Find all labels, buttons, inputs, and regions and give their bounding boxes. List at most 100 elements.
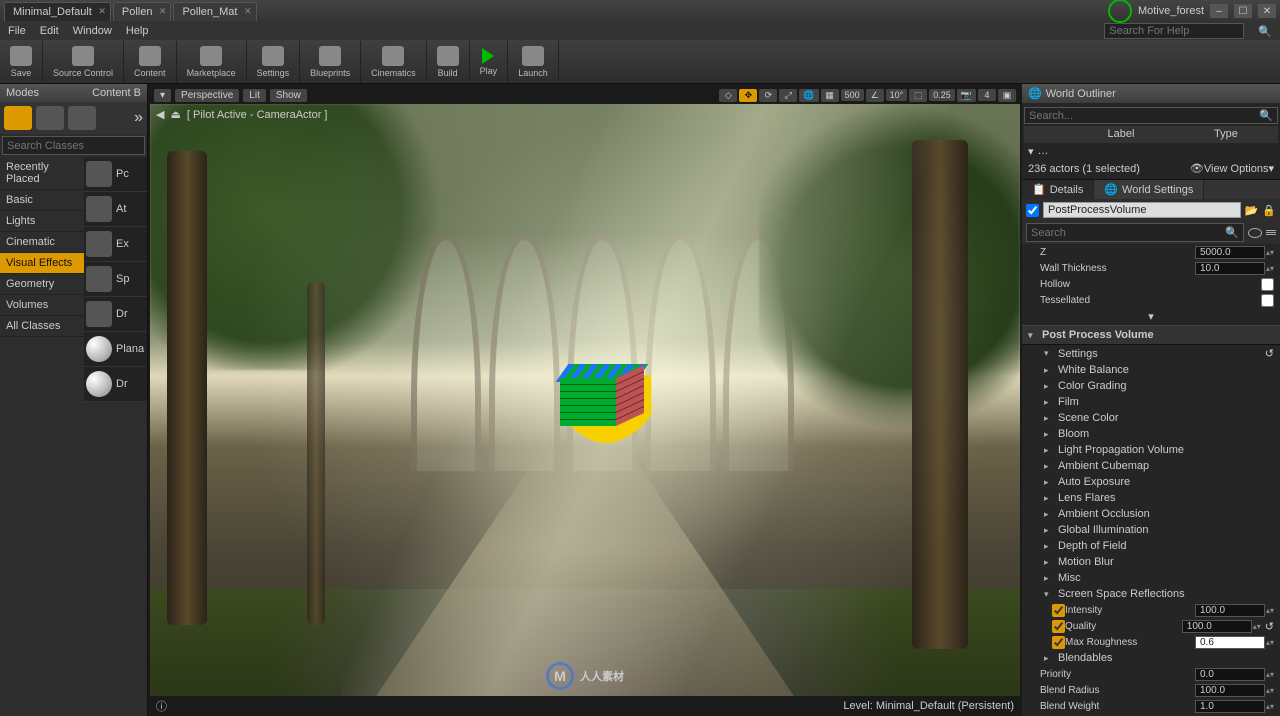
property-matrix-icon[interactable]	[1266, 230, 1276, 235]
viewport[interactable]: ▾ Perspective Lit Show ◇ ✥ ⟳ ⤢ 🌐 ▦ 500 ∠…	[148, 84, 1022, 716]
snap-angle-icon[interactable]: ∠	[866, 89, 884, 102]
viewport-scene[interactable]: M 人人素材	[150, 104, 1020, 696]
class-search[interactable]: 🔍	[2, 136, 145, 155]
outliner-search-input[interactable]	[1029, 110, 1259, 122]
transform-rotate-icon[interactable]: ⟳	[759, 89, 777, 102]
group-ao[interactable]: ▸Ambient Occlusion	[1022, 506, 1280, 522]
override-checkbox[interactable]	[1052, 620, 1065, 633]
title-tab-pollen-mat[interactable]: Pollen_Mat✕	[173, 2, 256, 21]
outliner-search[interactable]: 🔍	[1024, 107, 1278, 124]
title-tab-pollen[interactable]: Pollen✕	[113, 2, 172, 21]
toolbar-play[interactable]: Play	[470, 41, 509, 83]
place-mode-icon[interactable]	[4, 106, 32, 130]
menu-edit[interactable]: Edit	[40, 25, 59, 37]
wall-value[interactable]: 10.0	[1195, 262, 1265, 275]
group-misc[interactable]: ▸Misc	[1022, 570, 1280, 586]
actor-enabled-checkbox[interactable]	[1026, 204, 1039, 217]
category-recent[interactable]: Recently Placed	[0, 157, 84, 190]
asset-item[interactable]: Pc	[84, 157, 147, 192]
lock-icon[interactable]: 🔒	[1262, 204, 1276, 217]
toolbar-marketplace[interactable]: Marketplace	[177, 41, 247, 83]
section-settings[interactable]: ▾Settings↺	[1022, 345, 1280, 362]
category-basic[interactable]: Basic	[0, 190, 84, 211]
tab-world-settings[interactable]: 🌐World Settings	[1094, 180, 1204, 199]
volume-gizmo[interactable]	[550, 364, 660, 474]
menu-window[interactable]: Window	[73, 25, 112, 37]
toolbar-source-control[interactable]: Source Control	[43, 41, 124, 83]
category-cinematic[interactable]: Cinematic	[0, 232, 84, 253]
group-gi[interactable]: ▸Global Illumination	[1022, 522, 1280, 538]
group-scene-color[interactable]: ▸Scene Color	[1022, 410, 1280, 426]
group-motion-blur[interactable]: ▸Motion Blur	[1022, 554, 1280, 570]
toolbar-cinematics[interactable]: Cinematics	[361, 41, 427, 83]
world-outliner-header[interactable]: 🌐World Outliner	[1022, 84, 1280, 103]
title-tab-minimal[interactable]: Minimal_Default✕	[4, 2, 111, 21]
asset-item[interactable]: Dr	[84, 297, 147, 332]
viewport-lit[interactable]: Lit	[243, 89, 266, 102]
snap-scale-icon[interactable]: ⬚	[909, 89, 927, 102]
tessellated-checkbox[interactable]	[1261, 294, 1274, 307]
browse-icon[interactable]: 📂	[1245, 204, 1259, 217]
transform-scale-icon[interactable]: ⤢	[779, 89, 797, 102]
asset-item[interactable]: At	[84, 192, 147, 227]
override-checkbox[interactable]	[1052, 604, 1065, 617]
group-ambient-cubemap[interactable]: ▸Ambient Cubemap	[1022, 458, 1280, 474]
toolbar-build[interactable]: Build	[427, 41, 470, 83]
group-blendables[interactable]: ▸Blendables	[1022, 650, 1280, 666]
landscape-mode-icon[interactable]	[68, 106, 96, 130]
outliner-row[interactable]: ▾…	[1024, 142, 1278, 160]
reset-icon[interactable]: ↺	[1265, 620, 1274, 633]
group-lens-flares[interactable]: ▸Lens Flares	[1022, 490, 1280, 506]
class-search-input[interactable]	[7, 140, 149, 152]
compile-status-icon[interactable]	[1108, 0, 1132, 23]
group-color-grading[interactable]: ▸Color Grading	[1022, 378, 1280, 394]
viewport-show[interactable]: Show	[270, 89, 307, 102]
group-dof[interactable]: ▸Depth of Field	[1022, 538, 1280, 554]
eye-icon[interactable]: 👁	[1190, 162, 1204, 175]
group-white-balance[interactable]: ▸White Balance	[1022, 362, 1280, 378]
snap-scale-value[interactable]: 0.25	[929, 89, 955, 101]
details-search-input[interactable]	[1031, 227, 1225, 239]
camera-speed-icon[interactable]: 📷	[957, 89, 976, 102]
toolbar-save[interactable]: Save	[0, 41, 43, 83]
camera-speed-value[interactable]: 4	[978, 89, 996, 101]
group-bloom[interactable]: ▸Bloom	[1022, 426, 1280, 442]
close-icon[interactable]: ✕	[98, 6, 106, 17]
transform-select-icon[interactable]: ◇	[719, 89, 737, 102]
radius-value[interactable]: 100.0	[1195, 684, 1265, 697]
priority-value[interactable]: 0.0	[1195, 668, 1265, 681]
snap-angle-value[interactable]: 10°	[886, 89, 908, 101]
eject-icon[interactable]: ⏏	[170, 108, 180, 121]
toolbar-launch[interactable]: Launch	[508, 41, 559, 83]
maximize-button[interactable]: ☐	[1234, 4, 1252, 18]
mode-expand-icon[interactable]: »	[134, 109, 143, 127]
info-icon[interactable]: ⓘ	[156, 698, 167, 714]
asset-item[interactable]: Ex	[84, 227, 147, 262]
search-icon[interactable]: 🔍	[1258, 25, 1272, 38]
view-options[interactable]: View Options	[1204, 163, 1269, 175]
tab-details[interactable]: 📋Details	[1022, 180, 1094, 199]
intensity-value[interactable]: 100.0	[1195, 604, 1265, 617]
selected-actor-name[interactable]	[1043, 202, 1241, 218]
menu-help[interactable]: Help	[126, 25, 149, 37]
paint-mode-icon[interactable]	[36, 106, 64, 130]
asset-item[interactable]: Sp	[84, 262, 147, 297]
col-label[interactable]: Label	[1028, 128, 1214, 140]
transform-move-icon[interactable]: ✥	[739, 89, 757, 102]
reset-icon[interactable]: ↺	[1265, 347, 1274, 360]
search-help-input[interactable]	[1104, 23, 1244, 39]
group-auto-exposure[interactable]: ▸Auto Exposure	[1022, 474, 1280, 490]
coord-space-icon[interactable]: 🌐	[799, 89, 818, 102]
snap-grid-icon[interactable]: ▦	[821, 89, 839, 102]
category-vfx[interactable]: Visual Effects	[0, 253, 84, 274]
toolbar-content[interactable]: Content	[124, 41, 177, 83]
col-type[interactable]: Type	[1214, 128, 1274, 140]
group-ssr[interactable]: ▾Screen Space Reflections	[1022, 586, 1280, 602]
eye-icon[interactable]	[1248, 228, 1262, 238]
group-film[interactable]: ▸Film	[1022, 394, 1280, 410]
toolbar-settings[interactable]: Settings	[247, 41, 301, 83]
minimize-button[interactable]: ‒	[1210, 4, 1228, 18]
weight-value[interactable]: 1.0	[1195, 700, 1265, 713]
override-checkbox[interactable]	[1052, 636, 1065, 649]
close-icon[interactable]: ✕	[159, 6, 167, 17]
